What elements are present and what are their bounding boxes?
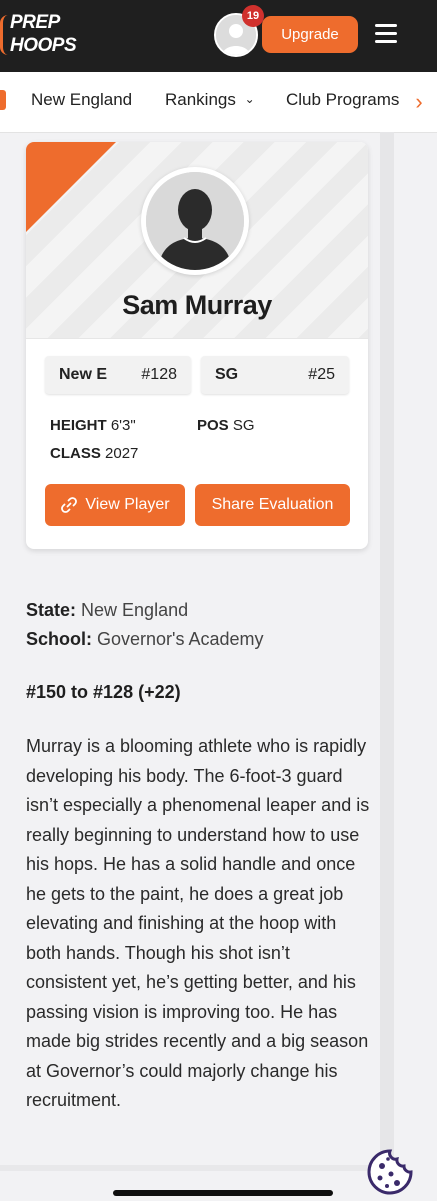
stat-height-value: 6'3" [110,417,136,434]
prep-hoops-logo[interactable]: PREP HOOPS [0,12,82,59]
chevron-right-icon[interactable]: › [401,72,437,132]
school-line: School: Governor's Academy [26,629,264,650]
position-rank-chip: SG #25 [201,356,349,394]
content-bottom-edge [0,1165,390,1171]
position-rank-value: #25 [308,366,335,383]
notification-badge: 19 [242,5,264,27]
stat-position-label: POS [197,417,229,434]
nav-scroll-left-indicator[interactable] [0,90,6,110]
corner-accent [26,142,116,232]
stat-position: POS SG [197,417,255,434]
player-headshot [141,167,249,275]
cookie-settings-icon[interactable] [366,1148,414,1196]
nav-item-new-england[interactable]: New England [31,90,132,110]
player-card-hero: Sam Murray [26,142,368,339]
main-content: Sam Murray New E #128 SG #25 HEIGHT 6'3"… [0,132,437,1200]
view-player-label: View Player [85,496,170,513]
region-rank-value: #128 [141,366,177,383]
player-silhouette-icon [146,172,244,270]
top-header: PREP HOOPS 19 Upgrade [0,0,437,72]
hamburger-menu-icon[interactable] [375,24,397,44]
stat-height-label: HEIGHT [50,417,107,434]
region-rank-label: New E [59,366,108,383]
nav-item-club-programs[interactable]: Club Programs [286,90,399,110]
logo-line-2: HOOPS [10,35,77,56]
school-label: School: [26,629,92,649]
page-gutter [380,132,394,1167]
stat-height: HEIGHT 6'3" [50,417,136,434]
school-value: Governor's Academy [97,629,264,649]
logo-text: PREP HOOPS [10,12,77,56]
player-name: Sam Murray [122,290,272,320]
position-rank-label: SG [215,366,239,383]
stat-class: CLASS 2027 [50,445,138,462]
region-rank-chip: New E #128 [45,356,191,394]
share-evaluation-button[interactable]: Share Evaluation [195,484,350,526]
view-player-button[interactable]: View Player [45,484,185,526]
section-nav: New England Rankings ⌄ Club Programs › [0,72,437,133]
stat-class-label: CLASS [50,445,101,462]
account-avatar-button[interactable]: 19 [214,5,264,57]
player-card: Sam Murray New E #128 SG #25 HEIGHT 6'3"… [26,142,368,549]
rank-change-heading: #150 to #128 (+22) [26,682,181,702]
logo-line-1: PREP [10,12,60,33]
nav-item-rankings-label: Rankings [165,90,236,109]
chevron-down-icon: ⌄ [244,92,255,106]
home-indicator [113,1190,333,1196]
state-value: New England [81,600,189,620]
nav-item-rankings[interactable]: Rankings ⌄ [165,90,255,110]
state-line: State: New England [26,600,188,621]
stat-class-value: 2027 [105,445,139,462]
upgrade-button[interactable]: Upgrade [262,16,358,53]
state-label: State: [26,600,77,620]
link-icon [61,497,78,513]
stat-position-value: SG [232,417,255,434]
evaluation-paragraph: Murray is a blooming athlete who is rapi… [26,736,370,1110]
